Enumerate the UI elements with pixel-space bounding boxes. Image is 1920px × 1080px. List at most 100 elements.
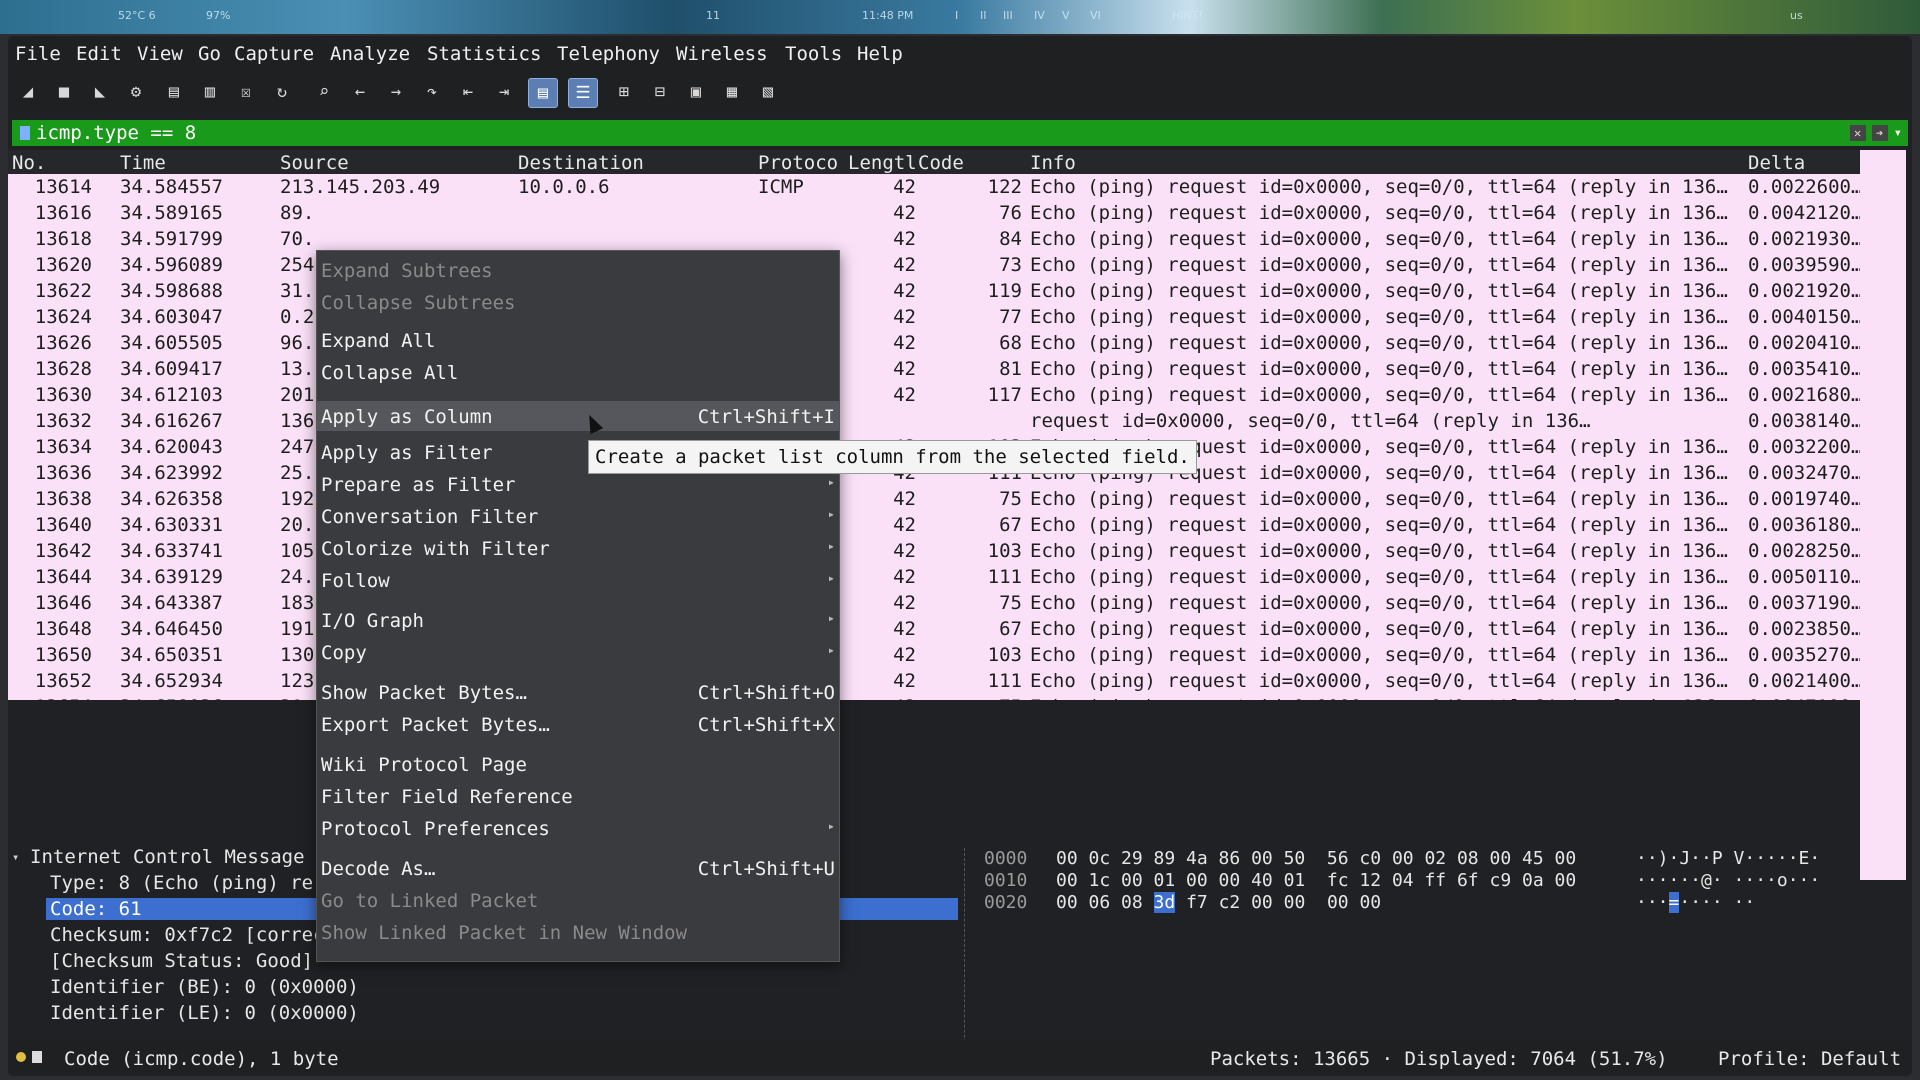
context-menu-item[interactable]: Wiki Protocol Page — [317, 749, 839, 779]
normal-size-icon[interactable]: ▣ — [682, 78, 710, 106]
reload-file-icon[interactable]: ↻ — [268, 78, 296, 106]
context-menu-item[interactable]: Collapse All — [317, 357, 839, 387]
shark-fin-start-icon[interactable]: ◢ — [14, 78, 42, 106]
bytes-ascii[interactable]: ··)·J··P V·····E· — [1636, 848, 1820, 869]
packet-row[interactable]: 13620 34.596089 254 42 73 Echo (ping) request… — [8, 252, 1860, 278]
packet-row[interactable]: 13630 34.612103 201 42 117 Echo (ping) reques… — [8, 382, 1860, 408]
menu-help[interactable]: Help — [857, 43, 903, 65]
context-menu-item[interactable]: Filter Field Reference — [317, 781, 839, 811]
packet-row[interactable]: 13614 34.584557 213.145.203.49 10.0.0.6 ICMP… — [8, 174, 1860, 200]
column-header-protocol[interactable]: Protoco — [758, 152, 842, 174]
packet-row[interactable]: 13628 34.609417 13. 42 81 Echo (ping) request… — [8, 356, 1860, 382]
details-identifier-le[interactable]: Identifier (LE): 0 (0x0000) — [50, 1002, 359, 1024]
context-menu-item[interactable]: I/O Graph ▸ — [317, 605, 839, 635]
details-checksum-status[interactable]: [Checksum Status: Good] — [50, 950, 313, 972]
find-packet-icon[interactable]: ⌕ — [310, 78, 338, 106]
packet-row[interactable]: 13624 34.603047 0.2 42 77 Echo (ping) request… — [8, 304, 1860, 330]
stop-capture-icon[interactable]: ■ — [50, 78, 78, 106]
resize-columns-icon[interactable]: ▦ — [718, 78, 746, 106]
edit-comment-icon[interactable] — [32, 1051, 42, 1063]
menu-file[interactable]: File — [15, 43, 61, 65]
pane-divider[interactable] — [964, 848, 966, 1068]
details-type[interactable]: Type: 8 (Echo (ping) re — [50, 872, 313, 894]
status-profile[interactable]: Profile: Default — [1718, 1048, 1901, 1070]
menu-telephony[interactable]: Telephony — [557, 43, 660, 65]
packet-row[interactable]: 13632 34.616267 136 request id=0x0000, seq=… — [8, 408, 1860, 434]
collapse-arrow-icon[interactable]: ▾ — [12, 850, 19, 864]
packet-row[interactable]: 13646 34.643387 183 42 75 Echo (ping) request… — [8, 590, 1860, 616]
column-header-info[interactable]: Info — [1030, 152, 1230, 174]
column-header-source[interactable]: Source — [280, 152, 440, 174]
workspace-1[interactable]: I — [955, 9, 958, 22]
menu-go[interactable]: Go — [198, 43, 221, 65]
bytes-hex[interactable]: 00 1c 00 01 00 00 40 01 fc 12 04 ff 6f c… — [1056, 870, 1576, 891]
column-header-destination[interactable]: Destination — [518, 152, 678, 174]
packet-row[interactable]: 13652 34.652934 123 42 111 Echo (ping) reques… — [8, 668, 1860, 694]
open-file-icon[interactable]: ▤ — [160, 78, 188, 106]
go-back-icon[interactable]: ← — [346, 78, 374, 106]
column-header-length[interactable]: Lengtl — [848, 152, 922, 174]
clear-filter-icon[interactable]: ✕ — [1849, 125, 1866, 141]
context-menu-item[interactable]: Colorize with Filter ▸ — [317, 533, 839, 563]
bytes-hex[interactable]: 00 0c 29 89 4a 86 00 50 56 c0 00 02 08 0… — [1056, 848, 1576, 869]
bookmark-icon[interactable] — [20, 126, 30, 140]
autoscroll-icon[interactable]: ▤ — [528, 78, 558, 108]
colorize-icon[interactable]: ☰ — [568, 78, 598, 108]
packet-row[interactable]: 13644 34.639129 24. 42 111 Echo (ping) reques… — [8, 564, 1860, 590]
details-checksum[interactable]: Checksum: 0xf7c2 [correct] — [50, 924, 347, 946]
zoom-in-icon[interactable]: ⊞ — [610, 78, 638, 106]
packet-row[interactable]: 13622 34.598688 31. 42 119 Echo (ping) reques… — [8, 278, 1860, 304]
details-identifier-be[interactable]: Identifier (BE): 0 (0x0000) — [50, 976, 359, 998]
packet-row[interactable]: 13616 34.589165 89. 42 76 Echo (ping) request… — [8, 200, 1860, 226]
expert-info-icon[interactable] — [16, 1052, 26, 1062]
menu-wireless[interactable]: Wireless — [676, 43, 768, 65]
bytes-hex[interactable]: 00 06 08 3d f7 c2 00 00 00 00 — [1056, 892, 1381, 913]
go-first-packet-icon[interactable]: ⇤ — [454, 78, 482, 106]
packet-row[interactable]: 13618 34.591799 70. 42 84 Echo (ping) request… — [8, 226, 1860, 252]
filter-dropdown-icon[interactable]: ▾ — [1894, 125, 1902, 141]
context-menu-item[interactable]: Export Packet Bytes… Ctrl+Shift+X — [317, 709, 839, 739]
packet-list-scrollbar[interactable] — [1860, 150, 1906, 880]
packet-list[interactable]: 13614 34.584557 213.145.203.49 10.0.0.6 ICMP… — [8, 174, 1868, 700]
go-forward-icon[interactable]: → — [382, 78, 410, 106]
capture-options-icon[interactable]: ⚙ — [122, 78, 150, 106]
menu-capture[interactable]: Capture — [234, 43, 314, 65]
bytes-hex-selected[interactable]: 3d — [1153, 892, 1176, 913]
save-file-icon[interactable]: ▥ — [196, 78, 224, 106]
context-menu-item[interactable]: Follow ▸ — [317, 565, 839, 595]
packet-row[interactable]: 13640 34.630331 20. 42 67 Echo (ping) request… — [8, 512, 1860, 538]
column-header-code[interactable]: Code — [918, 152, 998, 174]
menu-edit[interactable]: Edit — [76, 43, 122, 65]
go-to-packet-icon[interactable]: ↷ — [418, 78, 446, 106]
packet-row[interactable]: 13642 34.633741 105 42 103 Echo (ping) reques… — [8, 538, 1860, 564]
context-menu-item[interactable]: Decode As… Ctrl+Shift+U — [317, 853, 839, 883]
display-filter-input[interactable] — [36, 122, 1850, 144]
workspace-2[interactable]: II — [980, 9, 987, 22]
restart-capture-icon[interactable]: ◣ — [86, 78, 114, 106]
packet-row[interactable]: 1365434.65803631.4275Echo (ping) request… — [8, 694, 1860, 700]
details-icmp-header[interactable]: Internet Control Message — [30, 846, 305, 868]
workspace-5[interactable]: V — [1062, 9, 1070, 22]
bytes-ascii[interactable]: ······@· ····o··· — [1636, 870, 1820, 891]
menu-statistics[interactable]: Statistics — [427, 43, 541, 65]
workspace-3[interactable]: III — [1003, 9, 1013, 22]
layout-icon[interactable]: ▧ — [754, 78, 782, 106]
menu-analyze[interactable]: Analyze — [330, 43, 410, 65]
packet-row[interactable]: 13638 34.626358 192 42 75 Echo (ping) request… — [8, 486, 1860, 512]
context-menu-item[interactable]: Conversation Filter ▸ — [317, 501, 839, 531]
context-menu-item[interactable]: Show Packet Bytes… Ctrl+Shift+O — [317, 677, 839, 707]
packet-row[interactable]: 13626 34.605505 96. 42 68 Echo (ping) request… — [8, 330, 1860, 356]
workspace-6[interactable]: VI — [1090, 9, 1101, 22]
packet-row[interactable]: 13650 34.650351 130 42 103 Echo (ping) reques… — [8, 642, 1860, 668]
column-header-delta[interactable]: Delta — [1748, 152, 1848, 174]
close-file-icon[interactable]: ☒ — [232, 78, 260, 106]
packet-row[interactable]: 13648 34.646450 191 42 67 Echo (ping) request… — [8, 616, 1860, 642]
bytes-ascii[interactable]: ···=···· ·· — [1636, 892, 1755, 913]
menu-view[interactable]: View — [137, 43, 183, 65]
go-last-packet-icon[interactable]: ⇥ — [490, 78, 518, 106]
apply-filter-icon[interactable]: ➔ — [1871, 125, 1888, 141]
context-menu-item[interactable]: Apply as Column Ctrl+Shift+I — [317, 401, 839, 431]
menu-tools[interactable]: Tools — [785, 43, 842, 65]
column-header-time[interactable]: Time — [120, 152, 220, 174]
context-menu-item[interactable]: Protocol Preferences ▸ — [317, 813, 839, 843]
